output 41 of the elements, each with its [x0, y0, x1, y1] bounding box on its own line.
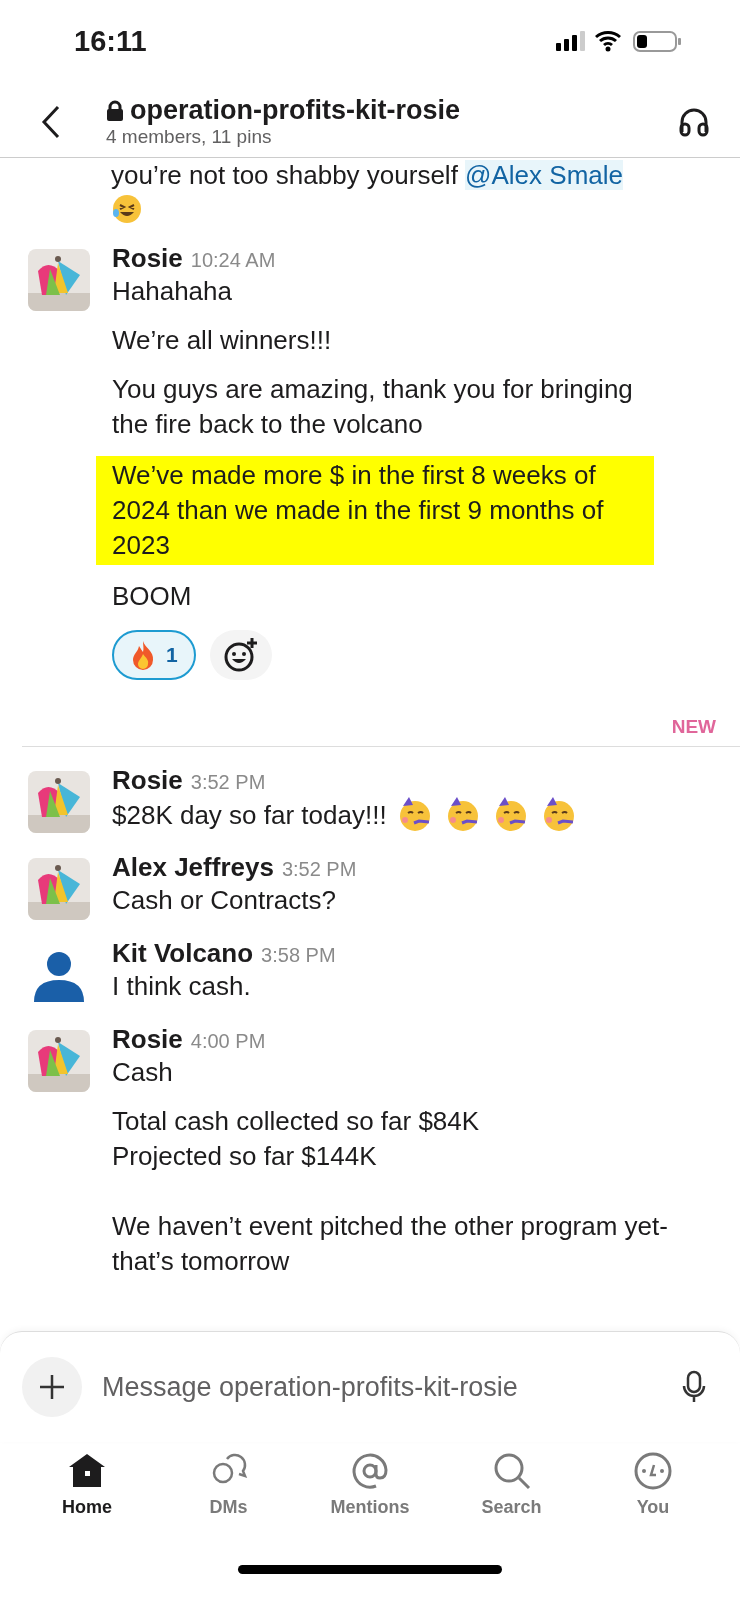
tab-bar-item[interactable]: Mentions	[305, 1450, 435, 1538]
message-text: $28K day so far today!!!	[112, 798, 387, 832]
fire-icon	[130, 640, 156, 670]
message-text: I think cash.	[112, 970, 251, 1003]
author-name[interactable]: Alex Jeffreys	[112, 852, 274, 883]
microphone-icon[interactable]	[682, 1370, 706, 1404]
profile-face-icon	[633, 1451, 673, 1491]
highlighted-message-text: We’ve made more $ in the first 8 weeks of 2024 than we made in the first 9 months of 2023	[96, 456, 654, 565]
clock-time: 16:11	[74, 24, 147, 58]
message-text: BOOM	[112, 580, 192, 613]
laughing-face-icon	[111, 193, 143, 225]
tab-bar-item[interactable]: Search	[446, 1450, 577, 1538]
message-text: We’re all winners!!!	[112, 324, 332, 357]
at-sign-icon	[350, 1451, 390, 1491]
timestamp: 10:24 AM	[190, 249, 276, 272]
message-text: Total cash collected so far $84K Projected so far $144K We haven’t event pitched the other program yet- that’s tomorrow	[112, 1105, 669, 1278]
smiley-plus-icon	[222, 637, 259, 673]
reaction-chip[interactable]: 1	[112, 630, 196, 680]
new-messages-label: NEW	[671, 716, 716, 739]
message-text: You guys are amazing, thank you for bringing the fire back to the volcano	[112, 373, 634, 441]
timestamp: 4:00 PM	[190, 1030, 266, 1053]
author-name[interactable]: Rosie	[112, 1024, 183, 1055]
channel-subtitle: 4 members, 11 pins	[106, 126, 273, 148]
message-text: you’re not too shabby yourself @Alex Smale	[111, 159, 625, 192]
timestamp: 3:58 PM	[261, 944, 336, 967]
tab-bar-item[interactable]: DMs	[163, 1450, 294, 1538]
message-text: Cash or Contracts?	[112, 884, 336, 917]
timestamp: 3:52 PM	[281, 858, 357, 881]
back-icon[interactable]	[40, 104, 62, 139]
message-text: Cash	[112, 1056, 173, 1089]
tab-bar-item[interactable]: You	[588, 1450, 718, 1538]
mention-link[interactable]: @Alex Smale	[465, 160, 623, 190]
add-reaction-button[interactable]	[209, 630, 272, 680]
author-name[interactable]: Rosie	[112, 243, 183, 274]
tab-bar-item[interactable]: Home	[22, 1450, 152, 1538]
timestamp: 3:52 PM	[190, 771, 266, 794]
channel-title: operation-profits-kit-rosie	[130, 95, 460, 126]
author-name[interactable]: Kit Volcano	[112, 938, 254, 969]
message-text: Hahahaha	[112, 275, 232, 308]
plus-icon	[39, 1374, 65, 1400]
author-name[interactable]: Rosie	[112, 765, 183, 796]
